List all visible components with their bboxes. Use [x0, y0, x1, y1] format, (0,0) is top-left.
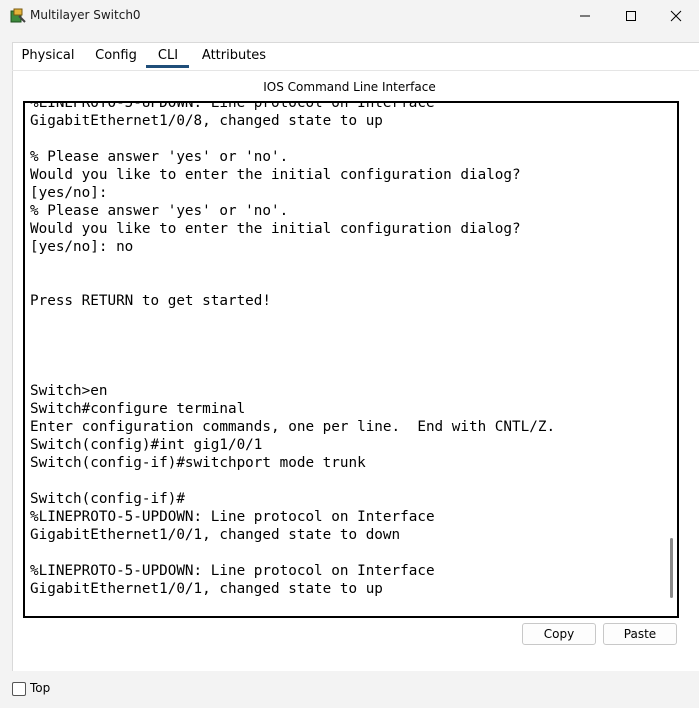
active-tab-indicator: [146, 65, 189, 68]
terminal-line: [yes/no]:: [30, 185, 108, 201]
minimize-icon: [580, 15, 590, 17]
maximize-icon: [626, 11, 636, 21]
terminal-line: Switch(config-if)#: [30, 491, 185, 507]
terminal-line: GigabitEthernet1/0/8, changed state to u…: [30, 113, 383, 129]
terminal-line: % Please answer 'yes' or 'no'.: [30, 203, 289, 219]
cli-heading: IOS Command Line Interface: [263, 80, 436, 94]
terminal-output: %LINEPROTO-5-UPDOWN: Line protocol on In…: [30, 101, 660, 618]
tab-physical[interactable]: Physical: [12, 44, 84, 70]
terminal-line: Enter configuration commands, one per li…: [30, 419, 556, 435]
close-icon: [670, 10, 682, 22]
top-checkbox[interactable]: [12, 682, 26, 696]
terminal-line: [yes/no]: no: [30, 239, 134, 255]
terminal-line: % Please answer 'yes' or 'no'.: [30, 149, 289, 165]
cli-terminal[interactable]: %LINEPROTO-5-UPDOWN: Line protocol on In…: [23, 101, 679, 618]
window-title: Multilayer Switch0: [30, 8, 141, 22]
tab-attributes[interactable]: Attributes: [194, 44, 274, 70]
terminal-scrollbar[interactable]: [670, 538, 673, 598]
tab-config[interactable]: Config: [90, 44, 142, 70]
terminal-line: Switch>en: [30, 383, 108, 399]
top-checkbox-label: Top: [30, 681, 51, 695]
terminal-line: Would you like to enter the initial conf…: [30, 221, 521, 237]
minimize-button[interactable]: [562, 0, 608, 32]
maximize-button[interactable]: [608, 0, 654, 32]
terminal-line: Press RETURN to get started!: [30, 293, 272, 309]
terminal-line: %LINEPROTO-5-UPDOWN: Line protocol on In…: [30, 563, 435, 579]
paste-button[interactable]: Paste: [603, 623, 677, 645]
terminal-line: %LINEPROTO-5-UPDOWN: Line protocol on In…: [30, 509, 435, 525]
terminal-line: Switch(config-if)#: [30, 616, 660, 618]
close-button[interactable]: [653, 0, 699, 32]
terminal-line: Would you like to enter the initial conf…: [30, 167, 521, 183]
tab-divider: [12, 70, 699, 71]
terminal-line: Switch(config-if)#switchport mode trunk: [30, 455, 366, 471]
terminal-line: Switch#configure terminal: [30, 401, 246, 417]
terminal-line: GigabitEthernet1/0/1, changed state to u…: [30, 581, 383, 597]
terminal-line: %LINEPROTO-5-UPDOWN: Line protocol on In…: [30, 101, 435, 111]
terminal-line: GigabitEthernet1/0/1, changed state to d…: [30, 527, 401, 543]
copy-button[interactable]: Copy: [522, 623, 596, 645]
title-bar: Multilayer Switch0: [0, 0, 699, 32]
packet-tracer-icon: [10, 8, 26, 23]
terminal-line: Switch(config)#int gig1/0/1: [30, 437, 263, 453]
